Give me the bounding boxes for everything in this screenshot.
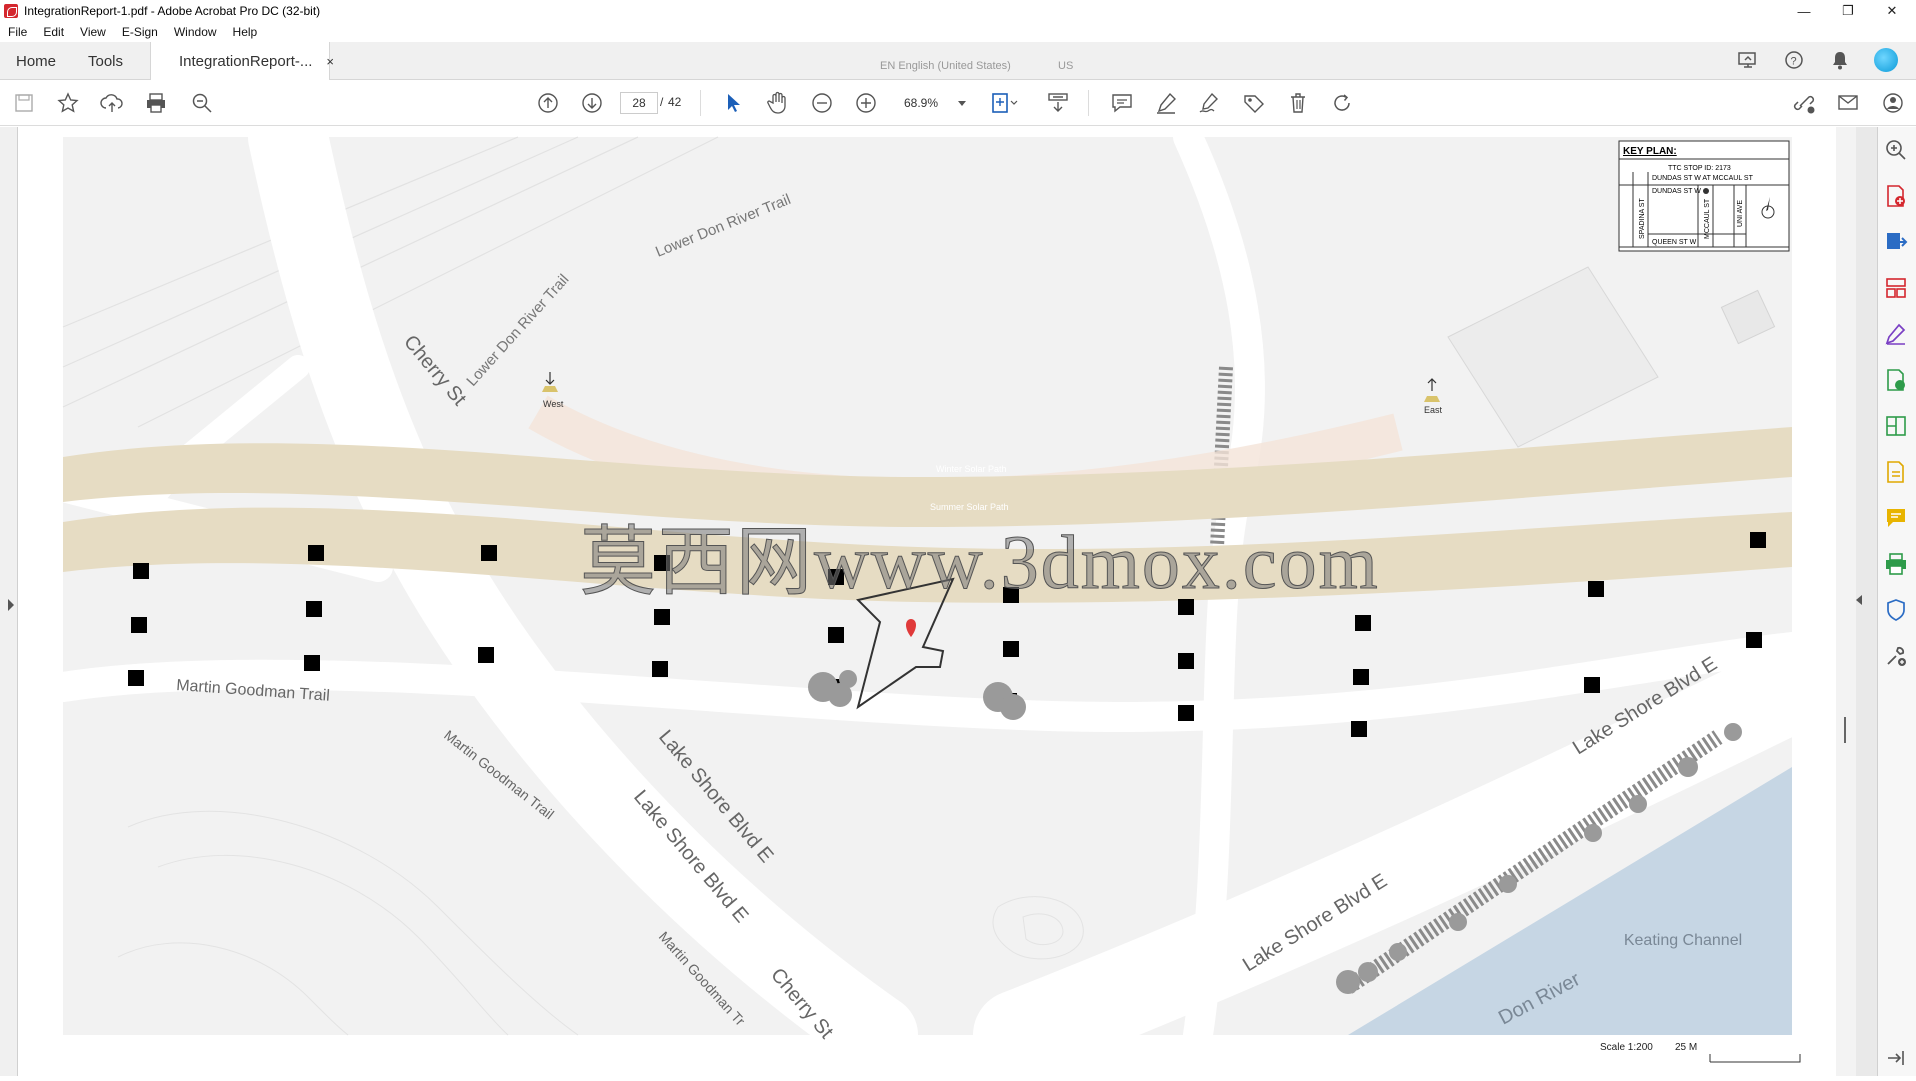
stamp-tag-icon[interactable] xyxy=(1240,89,1268,117)
key-plan-location: DUNDAS ST W AT MCCAUL ST xyxy=(1652,175,1754,182)
winter-solar-label: Winter Solar Path xyxy=(936,464,1007,474)
input-language-indicator: EN English (United States) xyxy=(880,60,1011,72)
previous-page-icon[interactable] xyxy=(534,89,562,117)
send-for-review-icon[interactable] xyxy=(1884,460,1910,486)
scroll-mode-icon[interactable] xyxy=(1044,89,1072,117)
edit-pdf-icon[interactable] xyxy=(1884,368,1910,394)
menu-bar: File Edit View E-Sign Window Help xyxy=(0,22,1916,42)
more-tools-icon[interactable] xyxy=(1884,644,1910,670)
total-pages: 42 xyxy=(668,95,682,109)
key-plan-queen: QUEEN ST W xyxy=(1652,239,1697,246)
keyboard-layout-indicator: US xyxy=(1058,60,1074,72)
menu-edit[interactable]: Edit xyxy=(35,25,72,39)
scale-ratio: Scale 1:200 xyxy=(1600,1042,1653,1053)
comment-icon[interactable] xyxy=(1108,89,1136,117)
title-bar: IntegrationReport-1.pdf - Adobe Acrobat … xyxy=(0,0,1916,22)
organize-pages-icon[interactable] xyxy=(1884,276,1910,302)
collapse-right-panel-icon[interactable] xyxy=(1852,593,1866,607)
share-link-icon[interactable] xyxy=(1790,89,1818,117)
keating-label: Keating Channel xyxy=(1624,932,1742,949)
menu-view[interactable]: View xyxy=(72,25,114,39)
rotate-icon[interactable] xyxy=(1328,89,1356,117)
zoom-tool-icon[interactable] xyxy=(1884,138,1910,164)
key-plan-uni: UNI AVE xyxy=(1737,200,1744,227)
toolbar-divider xyxy=(700,90,701,116)
toolbar-divider xyxy=(1088,90,1089,116)
delete-trash-icon[interactable] xyxy=(1284,89,1312,117)
hand-pan-icon[interactable] xyxy=(764,89,792,117)
header-right-icons: ? xyxy=(1736,48,1898,72)
zoom-in-icon[interactable] xyxy=(852,89,880,117)
east-label: East xyxy=(1424,405,1443,415)
collapse-tools-pane-icon[interactable] xyxy=(1884,1046,1910,1072)
key-plan-stop: TTC STOP ID: 2173 xyxy=(1668,165,1731,172)
find-zoom-icon[interactable] xyxy=(188,89,216,117)
tab-document-label: IntegrationReport-... xyxy=(179,53,313,70)
notifications-bell-icon[interactable] xyxy=(1828,48,1852,72)
west-label: West xyxy=(543,399,564,409)
tab-tools[interactable]: Tools xyxy=(88,42,123,80)
scale-distance: 25 M xyxy=(1675,1042,1698,1053)
tab-document[interactable]: IntegrationReport-... × xyxy=(150,42,334,81)
share-screen-icon[interactable] xyxy=(1736,48,1760,72)
upload-cloud-icon[interactable] xyxy=(98,89,126,117)
fill-sign-icon[interactable] xyxy=(1884,322,1910,348)
bookmark-star-icon[interactable] xyxy=(54,89,82,117)
window-title: IntegrationReport-1.pdf - Adobe Acrobat … xyxy=(24,4,321,18)
save-icon[interactable] xyxy=(10,89,38,117)
scan-print-icon[interactable] xyxy=(1884,552,1910,578)
zoom-level-select[interactable]: 68.9% xyxy=(898,92,972,114)
scrollbar-thumb[interactable] xyxy=(1844,717,1846,743)
user-avatar[interactable] xyxy=(1874,48,1898,72)
key-plan-dundas: DUNDAS ST W xyxy=(1652,188,1701,195)
menu-esign[interactable]: E-Sign xyxy=(114,25,166,39)
minimize-button[interactable]: — xyxy=(1782,0,1826,22)
combine-files-icon[interactable] xyxy=(1884,414,1910,440)
select-arrow-icon[interactable] xyxy=(720,89,748,117)
next-page-icon[interactable] xyxy=(578,89,606,117)
email-icon[interactable] xyxy=(1834,89,1862,117)
fit-page-icon[interactable] xyxy=(990,89,1018,117)
key-plan-title: KEY PLAN: xyxy=(1623,146,1677,157)
key-plan-mccaul: MCCAUL ST xyxy=(1704,198,1711,239)
sign-icon[interactable] xyxy=(1196,89,1224,117)
menu-file[interactable]: File xyxy=(0,25,35,39)
menu-help[interactable]: Help xyxy=(225,25,266,39)
scale-bar xyxy=(1709,1054,1801,1063)
close-window-button[interactable]: ✕ xyxy=(1870,0,1914,22)
acrobat-app-icon xyxy=(4,4,18,18)
watermark-text: 莫西网www.3dmox.com xyxy=(580,521,1380,606)
comment-tool-icon[interactable] xyxy=(1884,506,1910,532)
user-share-icon[interactable] xyxy=(1880,89,1908,117)
water-label-keating: Keating Channel xyxy=(1624,932,1742,949)
print-icon[interactable] xyxy=(142,89,170,117)
page-separator: / xyxy=(660,95,664,109)
export-pdf-icon[interactable] xyxy=(1884,230,1910,256)
zoom-out-icon[interactable] xyxy=(808,89,836,117)
current-page-input[interactable]: 28 xyxy=(620,92,658,114)
key-plan-spadina: SPADINA ST xyxy=(1639,198,1646,239)
restore-button[interactable]: ❐ xyxy=(1826,0,1870,22)
svg-text:?: ? xyxy=(1791,56,1797,68)
menu-window[interactable]: Window xyxy=(166,25,225,39)
create-pdf-icon[interactable] xyxy=(1884,184,1910,210)
highlight-pen-icon[interactable] xyxy=(1152,89,1180,117)
help-icon[interactable]: ? xyxy=(1782,48,1806,72)
left-panel-collapsed[interactable] xyxy=(0,127,18,1076)
protect-shield-icon[interactable] xyxy=(1884,598,1910,624)
tab-home[interactable]: Home xyxy=(16,42,56,80)
close-tab-icon[interactable]: × xyxy=(326,54,334,69)
